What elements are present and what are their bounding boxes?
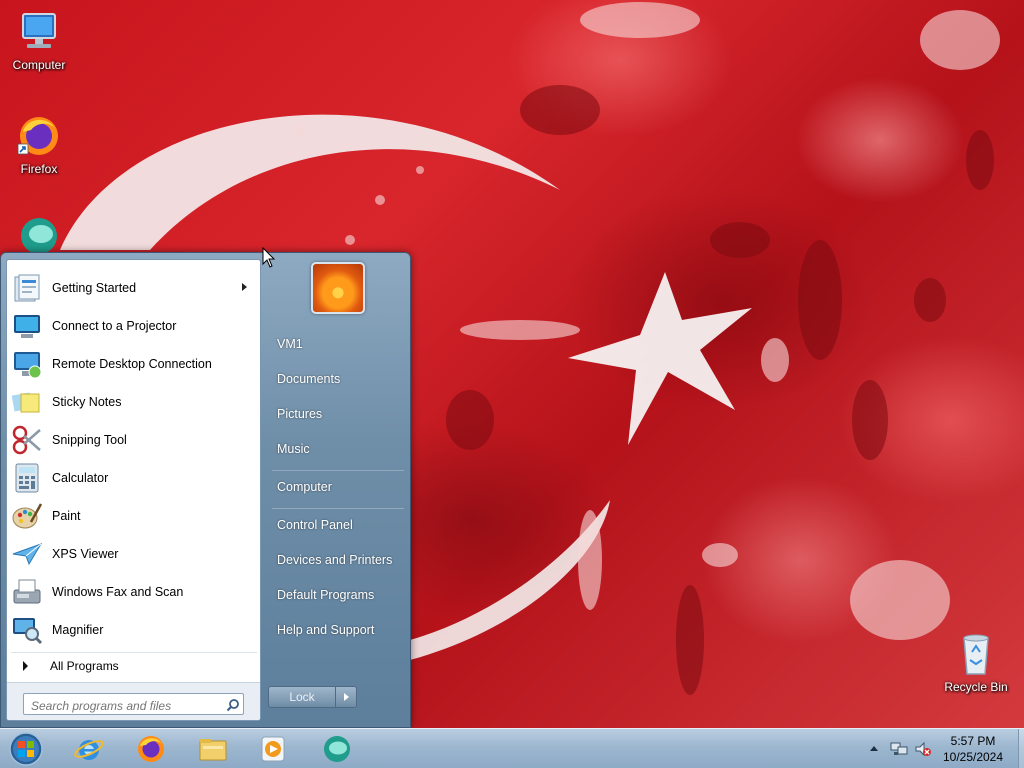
internet-explorer-icon xyxy=(74,740,104,760)
program-paint[interactable]: Paint xyxy=(11,498,257,534)
link-user-folder[interactable]: VM1 xyxy=(277,337,303,351)
start-button[interactable] xyxy=(6,731,46,767)
program-remote-desktop-connection[interactable]: Remote Desktop Connection xyxy=(11,346,257,382)
file-explorer-icon xyxy=(199,739,227,761)
desktop-icon-recycle-bin[interactable]: Recycle Bin xyxy=(937,630,1015,694)
program-label: Windows Fax and Scan xyxy=(52,585,184,599)
taskbar-internet-explorer[interactable] xyxy=(64,731,114,767)
program-xps-viewer[interactable]: XPS Viewer xyxy=(11,536,257,572)
program-label: Snipping Tool xyxy=(52,433,127,447)
start-menu-links-pane: VM1 Documents Pictures Music Computer Co… xyxy=(266,253,411,727)
link-control-panel[interactable]: Control Panel xyxy=(277,518,353,532)
calculator-icon xyxy=(15,463,39,493)
submenu-arrow-icon xyxy=(242,283,247,291)
search-icon[interactable] xyxy=(226,698,240,712)
firefox-icon xyxy=(17,117,58,155)
link-pictures[interactable]: Pictures xyxy=(277,407,322,421)
program-label: Getting Started xyxy=(52,281,137,295)
lock-button[interactable]: Lock xyxy=(268,686,336,708)
sticky-notes-icon xyxy=(11,392,40,413)
search-input[interactable] xyxy=(23,693,244,715)
desktop-icon-firefox[interactable]: Firefox xyxy=(0,112,78,176)
program-label: XPS Viewer xyxy=(52,547,119,561)
link-help-and-support[interactable]: Help and Support xyxy=(277,623,374,637)
link-default-programs[interactable]: Default Programs xyxy=(277,588,374,602)
program-calculator[interactable]: Calculator xyxy=(11,460,257,496)
all-programs-button[interactable]: All Programs xyxy=(11,652,257,678)
user-avatar[interactable] xyxy=(311,262,365,314)
program-label: Paint xyxy=(52,509,81,523)
recycle-bin-icon xyxy=(963,634,989,675)
program-label: Remote Desktop Connection xyxy=(52,357,212,371)
program-label: Magnifier xyxy=(52,623,104,637)
network-icon[interactable] xyxy=(890,741,908,757)
computer-icon xyxy=(22,13,56,48)
taskbar-chat-app[interactable] xyxy=(312,731,362,767)
program-connect-to-projector[interactable]: Connect to a Projector xyxy=(11,308,257,344)
media-player-icon xyxy=(261,736,285,762)
shutdown-options-button[interactable] xyxy=(336,686,357,708)
link-computer[interactable]: Computer xyxy=(277,480,332,494)
program-magnifier[interactable]: Magnifier xyxy=(11,612,257,648)
program-snipping-tool[interactable]: Snipping Tool xyxy=(11,422,257,458)
clock-time: 5:57 PM xyxy=(950,734,996,748)
taskbar-firefox[interactable] xyxy=(126,731,176,767)
projector-icon xyxy=(14,315,40,338)
program-windows-fax-and-scan[interactable]: Windows Fax and Scan xyxy=(11,574,257,610)
desktop-icon-label: Recycle Bin xyxy=(944,680,1008,694)
show-hidden-icons-icon[interactable] xyxy=(868,743,880,755)
program-getting-started[interactable]: Getting Started xyxy=(11,270,257,306)
link-devices-and-printers[interactable]: Devices and Printers xyxy=(277,553,392,567)
mouse-cursor-icon xyxy=(262,247,276,268)
getting-started-icon xyxy=(14,274,40,302)
xps-viewer-icon xyxy=(12,543,43,566)
chat-app-icon xyxy=(324,736,350,762)
program-label: Calculator xyxy=(52,471,109,485)
system-clock[interactable]: 5:57 PM 10/25/2024 xyxy=(930,733,1016,765)
program-label: Connect to a Projector xyxy=(52,319,177,333)
program-label: Sticky Notes xyxy=(52,395,122,409)
paint-palette-icon xyxy=(12,503,43,529)
link-documents[interactable]: Documents xyxy=(277,372,340,386)
taskbar-media-player[interactable] xyxy=(248,731,298,767)
fax-icon xyxy=(13,579,41,604)
taskbar: 5:57 PM 10/25/2024 xyxy=(0,728,1024,768)
magnifier-icon xyxy=(13,618,43,645)
scissors-icon xyxy=(12,425,41,455)
program-sticky-notes[interactable]: Sticky Notes xyxy=(11,384,257,420)
desktop-icon-computer[interactable]: Computer xyxy=(0,8,78,72)
desktop-icon-label: Computer xyxy=(12,58,66,72)
separator xyxy=(272,508,404,509)
start-menu-programs-pane: Getting Started Connect to a Projector R… xyxy=(6,259,261,721)
link-music[interactable]: Music xyxy=(277,442,310,456)
desktop-icon-label: Firefox xyxy=(20,162,58,176)
clock-date: 10/25/2024 xyxy=(942,750,1004,764)
search-area xyxy=(7,682,260,720)
show-desktop-button[interactable] xyxy=(1018,729,1024,768)
separator xyxy=(272,470,404,471)
start-menu: Getting Started Connect to a Projector R… xyxy=(0,252,411,728)
remote-desktop-icon xyxy=(14,352,42,379)
firefox-icon xyxy=(138,736,164,762)
chevron-right-icon xyxy=(344,693,349,701)
expand-arrow-icon xyxy=(23,660,28,671)
taskbar-file-explorer[interactable] xyxy=(188,731,238,767)
all-programs-label: All Programs xyxy=(50,658,119,673)
